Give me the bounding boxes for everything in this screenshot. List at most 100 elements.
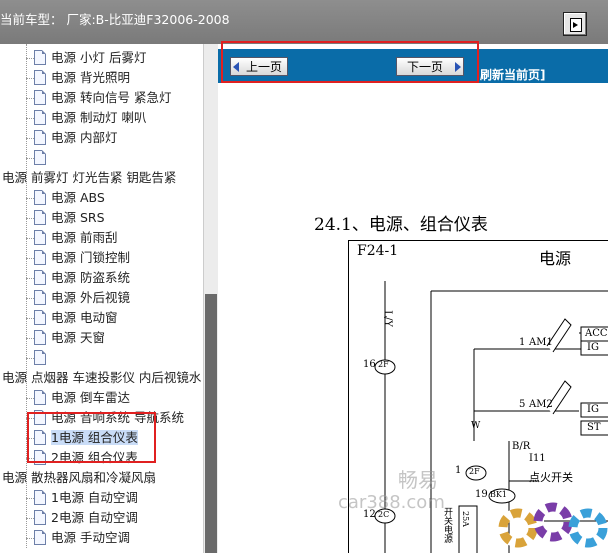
connector-16-code: 2F xyxy=(378,360,389,369)
tree-item[interactable]: 电源 背光照明 xyxy=(34,68,130,88)
tree-label: 电源 背光照明 xyxy=(51,70,130,85)
diagram-title: 电源 xyxy=(539,249,572,268)
tree-label: 2电源 组合仪表 xyxy=(51,450,138,465)
wiring-tree: 电源 小灯 后雾灯 电源 背光照明电源 转向信号 紧急灯 电源 制动灯 喇叭电源 内… xyxy=(0,44,203,553)
tree-item[interactable]: 电源 内部灯 xyxy=(34,128,117,148)
tree-item[interactable]: 电源 手动空调 xyxy=(34,528,130,548)
term-am2: AM2 xyxy=(529,399,553,410)
arrow-right-icon xyxy=(455,62,461,72)
tree-item[interactable] xyxy=(34,348,51,368)
document-icon xyxy=(34,430,46,445)
play-icon xyxy=(570,18,582,32)
tree-connector xyxy=(26,158,34,159)
tree-item[interactable]: 电源 小灯 后雾灯 xyxy=(34,48,146,68)
tree-item[interactable]: 电源 音响系统 导航系统 xyxy=(34,408,184,428)
tree-item[interactable]: 电源 SRS xyxy=(34,208,105,228)
watermark-site: car388.com xyxy=(338,492,445,513)
prev-page-button[interactable]: 上一页 xyxy=(230,57,288,76)
document-icon xyxy=(34,390,46,405)
tree-connector xyxy=(26,98,34,99)
tree-item[interactable]: 电源 倒车雷达 xyxy=(34,388,130,408)
document-icon xyxy=(34,70,46,85)
connector-1: 1 xyxy=(455,465,462,476)
tree-group[interactable]: 电源 散热器风扇和冷凝风扇 xyxy=(2,468,156,488)
document-icon xyxy=(34,450,46,465)
scrollbar-thumb[interactable] xyxy=(205,294,217,553)
tree-label: 电源 门锁控制 xyxy=(51,250,130,265)
tree-connector xyxy=(26,138,34,139)
tree-item[interactable]: 电源 天窗 xyxy=(34,328,105,348)
document-icon xyxy=(34,510,46,525)
tree-item[interactable]: 电源 门锁控制 xyxy=(34,248,130,268)
tree-connector xyxy=(26,198,34,199)
tree-item[interactable]: 电源 电动窗 xyxy=(34,308,117,328)
tree-item[interactable]: 电源 转向信号 紧急灯 xyxy=(34,88,171,108)
tree-connector xyxy=(26,538,34,539)
tree-connector xyxy=(26,78,34,79)
tree-item[interactable]: 1电源 组合仪表 xyxy=(34,428,138,448)
tree-item[interactable] xyxy=(34,148,51,168)
tree-label: 电源 电动窗 xyxy=(51,310,118,325)
term-5: 5 xyxy=(519,399,526,410)
document-icon xyxy=(34,110,46,125)
document-icon xyxy=(34,270,46,285)
tree-label: 电源 SRS xyxy=(51,210,105,225)
tree-connector xyxy=(26,278,34,279)
tree-group[interactable]: 电源 点烟器 车速投影仪 内后视镜水 xyxy=(2,368,201,388)
tree-item[interactable]: 电源 ABS xyxy=(34,188,105,208)
watermark-brand: 畅易 xyxy=(398,468,438,492)
tree-connector xyxy=(26,458,34,459)
toggle-panel-button[interactable] xyxy=(563,12,587,36)
top-bar: 当前车型： 厂家:B-比亚迪F32006-2008 xyxy=(0,0,608,45)
tree-label: 电源 内部灯 xyxy=(51,130,118,145)
tree-label: 电源 前雨刮 xyxy=(51,230,118,245)
tree-connector xyxy=(26,298,34,299)
document-icon xyxy=(34,250,46,265)
tree-label: 电源 ABS xyxy=(51,190,105,205)
tree-item[interactable]: 电源 外后视镜 xyxy=(34,288,130,308)
document-icon xyxy=(34,530,46,545)
tree-label: 电源 外后视镜 xyxy=(51,290,130,305)
tree-label: 2电源 自动空调 xyxy=(51,510,138,525)
term-st: ST xyxy=(587,422,601,433)
next-page-label: 下一页 xyxy=(406,60,443,74)
part-i11: I11 xyxy=(529,453,546,464)
tree-item[interactable]: 电源 防盗系统 xyxy=(34,268,130,288)
tree-connector xyxy=(26,218,34,219)
term-am1: AM1 xyxy=(529,337,553,348)
term-ig2: IG xyxy=(587,404,599,415)
tree-connector xyxy=(26,238,34,239)
document-icon xyxy=(34,490,46,505)
next-page-button[interactable]: 下一页 xyxy=(396,57,464,76)
wire-ly: L/Y xyxy=(381,310,393,327)
document-icon xyxy=(34,150,46,165)
tree-label: 电源 音响系统 导航系统 xyxy=(51,410,184,425)
page-nav-bar: 上一页 下一页 刷新当前页] xyxy=(218,49,608,83)
document-icon xyxy=(34,210,46,225)
document-icon xyxy=(34,290,46,305)
document-icon xyxy=(34,330,46,345)
refresh-link[interactable]: 刷新当前页] xyxy=(480,66,546,83)
document-icon xyxy=(34,130,46,145)
tree-item[interactable]: 1电源 自动空调 xyxy=(34,488,138,508)
connector-19: 19 xyxy=(475,489,488,500)
tree-item[interactable]: 电源 制动灯 喇叭 xyxy=(34,108,146,128)
tree-connector xyxy=(26,118,34,119)
document-icon xyxy=(34,410,46,425)
diagram-code: F24-1 xyxy=(357,243,399,259)
connector-16: 16 xyxy=(363,359,376,370)
tree-item[interactable]: 2电源 自动空调 xyxy=(34,508,138,528)
fuse-rating: 25A xyxy=(461,511,470,527)
tree-label: 电源 前雾灯 灯光告紧 钥匙告紧 xyxy=(2,170,177,185)
tree-label: 电源 小灯 后雾灯 xyxy=(51,50,147,65)
tree-label: 电源 天窗 xyxy=(51,330,105,345)
tree-item[interactable]: 电源 前雨刮 xyxy=(34,228,117,248)
tree-item[interactable]: 2电源 组合仪表 xyxy=(34,448,138,468)
tree-group[interactable]: 电源 前雾灯 灯光告紧 钥匙告紧 xyxy=(2,168,176,188)
tree-scrollbar[interactable] xyxy=(203,44,219,553)
tree-label: 1电源 组合仪表 xyxy=(51,430,138,445)
arrow-left-icon xyxy=(233,62,239,72)
document-icon xyxy=(34,350,46,365)
term-ig1: IG xyxy=(587,342,599,353)
document-icon xyxy=(34,230,46,245)
